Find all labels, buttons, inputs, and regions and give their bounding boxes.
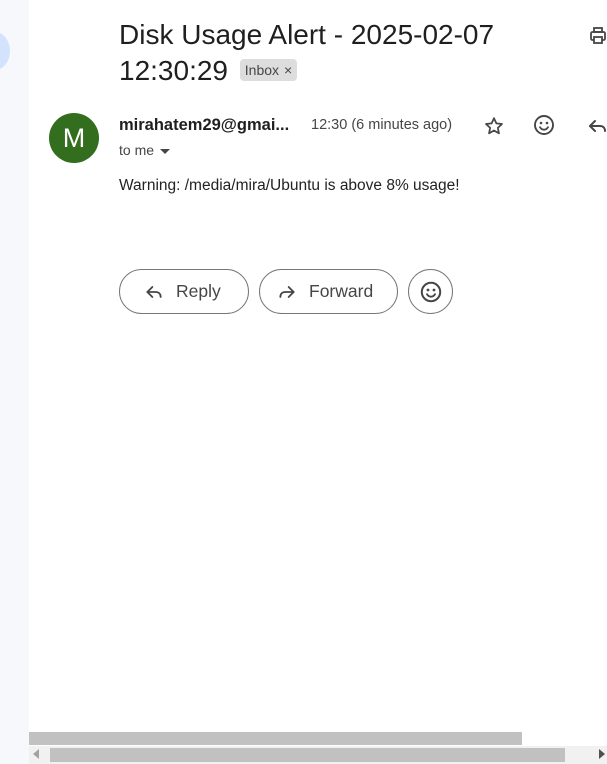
sender-name[interactable]: mirahatem29@gmai...: [119, 116, 301, 135]
print-icon[interactable]: [589, 26, 607, 46]
forward-button[interactable]: Forward: [259, 269, 398, 314]
star-button[interactable]: [482, 114, 506, 138]
inner-horizontal-scrollbar[interactable]: [29, 732, 522, 745]
horizontal-scrollbar-thumb[interactable]: [50, 748, 565, 762]
email-subject: Disk Usage Alert - 2025-02-07 12:30:29 I…: [119, 17, 539, 89]
inbox-label-chip[interactable]: Inbox ×: [239, 59, 298, 81]
email-timestamp: 12:30 (6 minutes ago): [311, 117, 453, 133]
recipient-details-toggle[interactable]: to me: [119, 142, 171, 158]
remove-label-icon[interactable]: ×: [284, 59, 292, 81]
add-reaction-button[interactable]: [532, 113, 556, 137]
emoji-icon: [534, 115, 554, 135]
forward-icon: [279, 285, 295, 298]
caret-down-icon: [160, 148, 171, 154]
emoji-icon: [420, 281, 441, 302]
label-chip-text: Inbox: [244, 62, 280, 78]
scroll-right-arrow-icon[interactable]: [599, 749, 605, 759]
nav-highlight[interactable]: [0, 32, 10, 70]
sender-avatar[interactable]: M: [49, 113, 99, 163]
emoji-reaction-button[interactable]: [408, 269, 453, 314]
email-body: Warning: /media/mira/Ubuntu is above 8% …: [119, 177, 460, 194]
subject-text: Disk Usage Alert - 2025-02-07 12:30:29: [119, 19, 495, 86]
reply-label: Reply: [176, 281, 221, 301]
reply-icon: [589, 120, 606, 132]
recipient-text: to me: [119, 142, 155, 158]
reply-icon: [146, 285, 162, 298]
star-icon: [485, 117, 503, 135]
left-sidebar-edge: [0, 0, 29, 764]
forward-label: Forward: [309, 281, 374, 301]
scroll-left-arrow-icon[interactable]: [33, 749, 39, 759]
reply-button[interactable]: Reply: [119, 269, 249, 314]
reply-icon-button[interactable]: [585, 114, 607, 138]
